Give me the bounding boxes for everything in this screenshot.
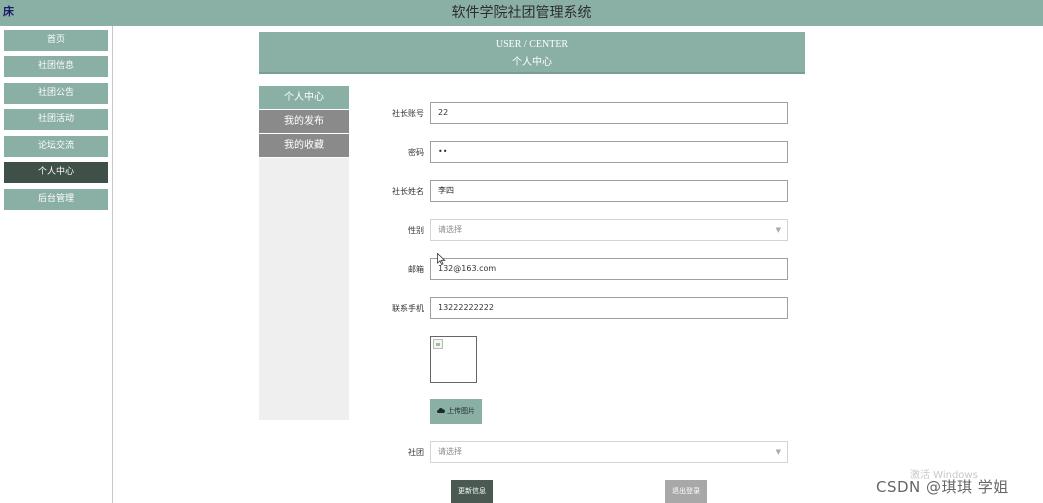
page-header-english: USER / CENTER [495,39,569,50]
top-bar: 床 软件学院社团管理系统 [0,0,1043,26]
update-info-button[interactable]: 更新信息 [451,480,493,503]
password-label: 密码 [408,148,424,157]
sidebar-item-club-announcements[interactable]: 社团公告 [4,83,108,104]
subnav-item-personal-center[interactable]: 个人中心 [259,86,349,109]
app-title: 软件学院社团管理系统 [451,5,592,21]
phone-field[interactable]: 13222222222 [430,297,788,319]
club-select-placeholder: 请选择 [438,447,462,456]
gender-select[interactable]: 请选择 ▼ [430,219,788,241]
mouse-cursor-icon [437,251,446,270]
upload-image-label: 上传图片 [447,407,475,415]
chevron-down-icon: ▼ [775,448,781,456]
broken-image-icon [433,339,443,349]
gender-label: 性别 [408,226,424,235]
subnav-item-my-favorites[interactable]: 我的收藏 [259,134,349,157]
sidebar: 首页 社团信息 社团公告 社团活动 论坛交流 个人中心 后台管理 [0,26,113,503]
sidebar-item-home[interactable]: 首页 [4,30,108,51]
sidebar-item-forum[interactable]: 论坛交流 [4,136,108,157]
email-label: 邮箱 [408,265,424,274]
sidebar-item-club-info[interactable]: 社团信息 [4,56,108,77]
account-label: 社长账号 [392,109,424,118]
password-field[interactable]: •• [430,141,788,163]
gender-select-placeholder: 请选择 [438,225,462,234]
logout-button[interactable]: 退出登录 [665,480,707,503]
chevron-down-icon: ▼ [775,226,781,234]
page-header-chinese: 个人中心 [512,57,552,68]
sub-navigation: 个人中心 我的发布 我的收藏 [259,86,349,420]
cloud-upload-icon [437,399,445,424]
csdn-watermark: CSDN @琪琪 学姐 [876,478,1009,496]
name-field[interactable]: 李四 [430,180,788,202]
sidebar-item-personal-center[interactable]: 个人中心 [4,162,108,183]
club-select[interactable]: 请选择 ▼ [430,441,788,463]
avatar-preview [430,336,477,383]
name-label: 社长姓名 [392,187,424,196]
email-field[interactable]: 132@163.com [430,258,788,280]
club-label: 社团 [408,448,424,457]
sidebar-item-admin[interactable]: 后台管理 [4,189,108,210]
upload-image-button[interactable]: 上传图片 [430,399,482,424]
subnav-item-my-posts[interactable]: 我的发布 [259,110,349,133]
account-field[interactable]: 22 [430,102,788,124]
page-header: USER / CENTER 个人中心 [259,32,805,74]
phone-label: 联系手机 [392,304,424,313]
subnav-background [259,158,349,420]
sidebar-item-club-activities[interactable]: 社团活动 [4,109,108,130]
